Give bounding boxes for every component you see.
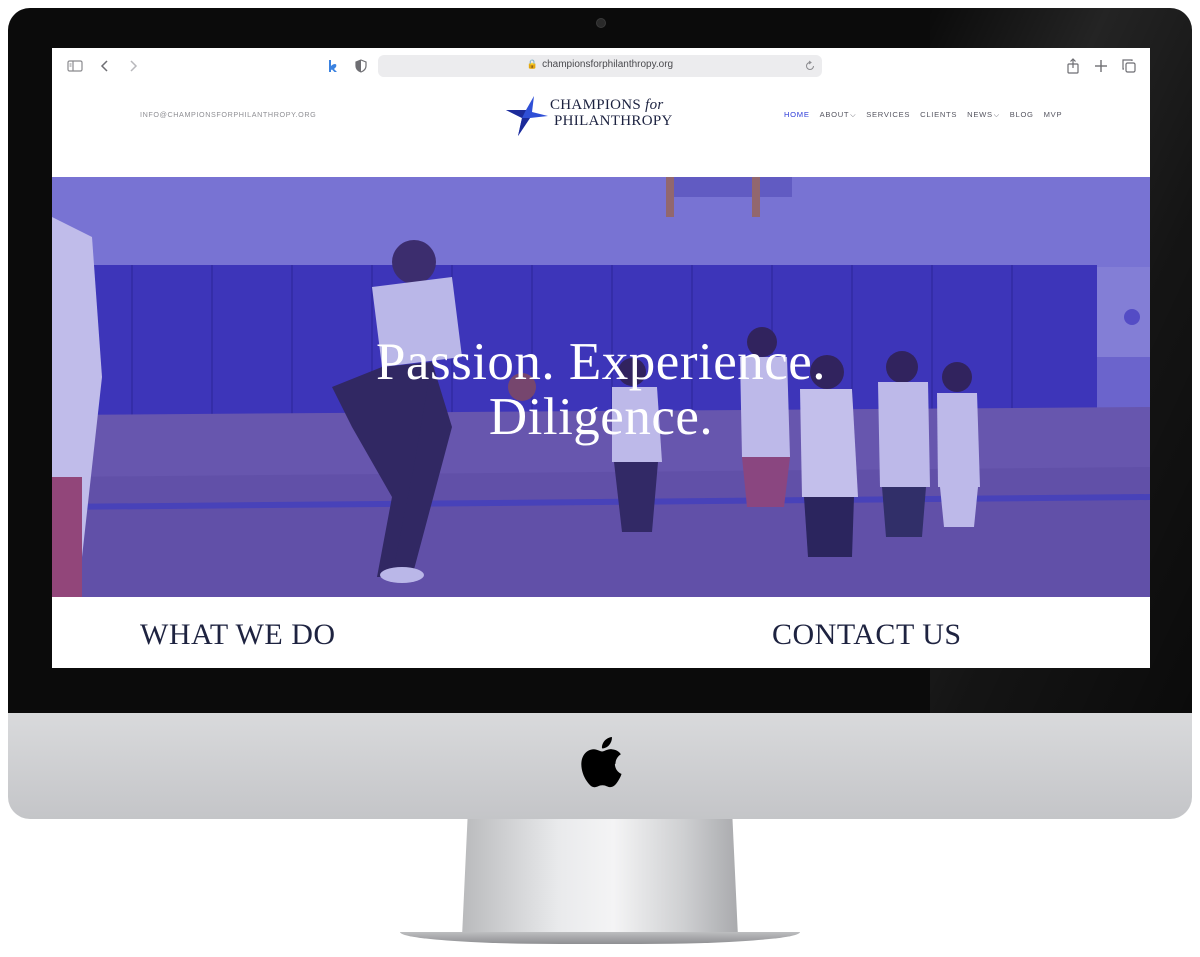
nav-home[interactable]: HOME xyxy=(784,110,810,120)
address-bar[interactable]: 🔒 championsforphilanthropy.org xyxy=(378,55,822,77)
lock-icon: 🔒 xyxy=(526,59,539,69)
monitor-stand-base xyxy=(400,932,800,944)
chevron-down-icon: ⌵ xyxy=(993,112,1000,119)
nav-services[interactable]: SERVICES xyxy=(866,110,910,120)
contact-us-heading: CONTACT US xyxy=(772,618,962,651)
nav-blog[interactable]: BLOG xyxy=(1010,110,1034,120)
monitor-stand xyxy=(462,819,738,937)
nav-clients[interactable]: CLIENTS xyxy=(920,110,957,120)
nav-about[interactable]: ABOUT⌵ xyxy=(820,110,857,120)
screen: 🔒 championsforphilanthropy.org INFO@CHAMP… xyxy=(52,48,1150,668)
reload-icon[interactable] xyxy=(804,60,816,72)
extension-icon[interactable] xyxy=(324,57,342,75)
sidebar-icon[interactable] xyxy=(66,57,84,75)
star-logo-icon xyxy=(506,96,548,136)
share-icon[interactable] xyxy=(1064,57,1082,75)
logo-text-line2: PHILANTHROPY xyxy=(554,113,673,129)
url-text: championsforphilanthropy.org xyxy=(542,59,674,70)
logo-text-line1: CHAMPIONS for xyxy=(550,97,664,113)
main-nav: HOME ABOUT⌵ SERVICES CLIENTS NEWS⌵ BLOG … xyxy=(784,110,1062,120)
new-tab-icon[interactable] xyxy=(1092,57,1110,75)
nav-news[interactable]: NEWS⌵ xyxy=(967,110,1000,120)
site-header: INFO@CHAMPIONSFORPHILANTHROPY.ORG CHAMPI… xyxy=(52,84,1150,177)
shield-icon[interactable] xyxy=(352,57,370,75)
what-we-do-heading: WHAT WE DO xyxy=(140,618,336,651)
browser-toolbar: 🔒 championsforphilanthropy.org xyxy=(52,48,1150,84)
hero-headline-line1: Passion. Experience. xyxy=(375,333,827,391)
nav-mvp[interactable]: MVP xyxy=(1044,110,1063,120)
apple-logo-icon xyxy=(581,737,622,788)
contact-email-link[interactable]: INFO@CHAMPIONSFORPHILANTHROPY.ORG xyxy=(140,110,316,119)
forward-icon[interactable] xyxy=(124,57,142,75)
camera xyxy=(596,18,606,28)
tabs-icon[interactable] xyxy=(1120,57,1138,75)
chevron-down-icon: ⌵ xyxy=(850,112,857,119)
site-logo[interactable]: CHAMPIONS for PHILANTHROPY xyxy=(504,92,694,140)
back-icon[interactable] xyxy=(96,57,114,75)
hero-headline-line2: Diligence. xyxy=(488,388,714,446)
hero-banner: Passion. Experience. Diligence. xyxy=(52,177,1150,597)
